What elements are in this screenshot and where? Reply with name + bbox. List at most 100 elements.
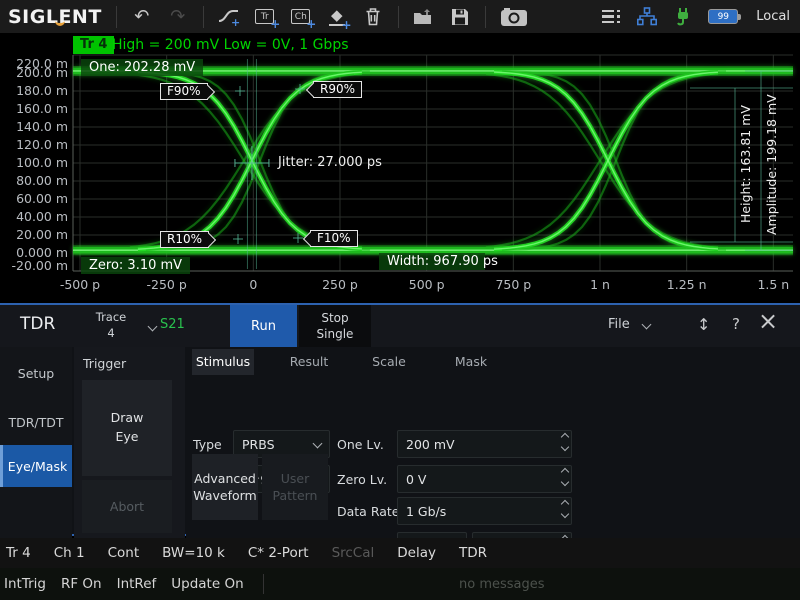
spinner-control[interactable] [562,501,568,517]
trace-info-strip: Tr 4 High = 200 mV Low = 0V, 1 Gbps [0,35,800,55]
eye-diagram-chart: 220.0 m200.0 m180.0 m160.0 m140.0 m120.0… [0,33,800,303]
y-axis-tick-label: 140.0 m [16,119,68,134]
x-axis-tick-label: 250 p [322,277,358,292]
chevron-down-icon [313,439,323,449]
y-axis-tick-label: 20.00 m [16,227,68,242]
open-file-icon[interactable] [413,4,435,30]
status-delay[interactable]: Delay [397,545,436,561]
advanced-waveform-button[interactable]: Advanced Waveform [192,454,258,520]
zero-lv-label: Zero Lv. [337,472,387,487]
advanced-line: Advanced [194,470,256,488]
trigger-section: Trigger Draw Eye Abort [74,347,185,538]
stimulus-form: Stimulus Result Scale Mask Type PRBS One… [186,347,800,538]
status-bar-1: Tr 4 Ch 1 Cont BW=10 k C* 2-Port SrcCal … [0,538,800,568]
power-plug-icon[interactable] [672,4,694,30]
help-icon[interactable]: ? [732,315,740,333]
x-axis-tick-label: 0 [249,277,257,292]
status-channel[interactable]: Ch 1 [54,545,85,561]
tab-result[interactable]: Result [278,349,340,375]
panel-header: TDR Trace 4 S21 Run Stop Single File ↕ ?… [0,305,800,347]
battery-indicator: 99 [708,9,738,24]
chevron-down-icon [148,322,158,332]
undo-icon[interactable]: ↶ [131,4,153,30]
sidebar-item-setup[interactable]: Setup [0,352,72,394]
status-inttrig[interactable]: IntTrig [4,576,46,592]
add-trace-icon[interactable]: Tr+ [254,4,276,30]
spinner-control[interactable] [562,434,568,450]
file-menu[interactable]: File [608,317,630,332]
toolbar-separator [116,6,117,28]
y-axis-tick-label: 60.00 m [16,191,68,206]
marker-r90: R90% [313,81,362,98]
add-curve-icon[interactable]: + [218,4,240,30]
stop-single-button[interactable]: Stop Single [299,305,371,347]
screenshot-icon[interactable] [500,4,528,30]
trace-selector-line2: 4 [78,325,144,341]
y-axis-tick-label: 120.0 m [16,137,68,152]
network-icon[interactable] [636,4,658,30]
menu-list-icon[interactable] [600,4,622,30]
tab-stimulus[interactable]: Stimulus [192,349,254,375]
user-pattern-button[interactable]: User Pattern [262,454,328,520]
sidebar-item-eye-mask[interactable]: Eye/Mask [0,445,72,487]
y-axis-tick-label: 200.0 m [16,65,68,80]
status-trace[interactable]: Tr 4 [6,545,31,561]
zero-lv-value: 0 V [406,472,426,487]
zero-level-label: Zero: 3.10 mV [81,257,190,274]
tab-scale[interactable]: Scale [358,349,420,375]
sidebar-item-tdr-tdt[interactable]: TDR/TDT [0,401,72,443]
toolbar-separator [485,6,486,28]
marker-r10: R10% [160,231,209,248]
eye-line: Eye [116,428,139,447]
redo-icon[interactable]: ↷ [167,4,189,30]
type-value: PRBS [242,437,275,452]
close-icon[interactable]: × [758,307,778,335]
status-bar-2: IntTrig RF On IntRef Update On no messag… [0,568,800,600]
toolbar-separator [203,6,204,28]
status-bandwidth[interactable]: BW=10 k [162,545,225,561]
status-cal-2port[interactable]: C* 2-Port [248,545,309,561]
status-cont[interactable]: Cont [108,545,140,561]
resize-panel-icon[interactable]: ↕ [697,315,710,334]
draw-eye-button[interactable]: Draw Eye [82,380,172,476]
waveform-line: Waveform [193,487,256,505]
toolbar-separator [398,6,399,28]
stop-line: Stop [321,310,348,326]
jitter-label: Jitter: 27.000 ps [278,155,382,170]
add-channel-icon[interactable]: Ch+ [290,4,312,30]
status-rf-on[interactable]: RF On [61,576,102,592]
trace-badge[interactable]: Tr 4 [73,36,114,54]
status-update-on[interactable]: Update On [171,576,243,592]
y-axis-tick-label: 100.0 m [16,155,68,170]
y-axis-tick-label: -20.00 m [12,258,68,273]
status-srccal[interactable]: SrcCal [332,545,375,561]
save-icon[interactable] [449,4,471,30]
x-axis-tick-label: -250 p [147,277,187,292]
x-axis-tick-label: 750 p [495,277,531,292]
x-axis-tick-label: 1 n [590,277,610,292]
eye-amplitude-label: Amplitude: 199.18 mV [764,93,779,235]
panel-title: TDR [20,314,55,334]
tab-mask[interactable]: Mask [440,349,502,375]
spinner-control[interactable] [562,469,568,485]
abort-button[interactable]: Abort [82,480,172,533]
zero-lv-input[interactable]: 0 V [397,465,572,493]
chevron-down-icon [641,320,651,330]
data-rate-input[interactable]: 1 Gb/s [397,497,572,525]
trace-selector[interactable]: Trace 4 [78,309,144,341]
s-parameter-label[interactable]: S21 [160,317,185,332]
run-button[interactable]: Run [230,305,297,347]
x-axis-tick-label: 1.5 n [757,277,789,292]
add-marker-icon[interactable]: ◆+ [326,4,348,30]
trace-selector-line1: Trace [78,309,144,325]
delete-icon[interactable] [362,4,384,30]
panel-sidebar: Setup TDR/TDT Eye/Mask [0,347,72,538]
status-divider [263,574,264,594]
status-intref[interactable]: IntRef [117,576,157,592]
control-mode-label[interactable]: Local [756,9,790,24]
one-lv-input[interactable]: 200 mV [397,430,572,458]
eye-height-label: Height: 163.81 mV [738,103,753,223]
single-line: Single [317,326,354,342]
status-tdr[interactable]: TDR [459,545,487,561]
tdr-panel: TDR Trace 4 S21 Run Stop Single File ↕ ?… [0,303,800,536]
